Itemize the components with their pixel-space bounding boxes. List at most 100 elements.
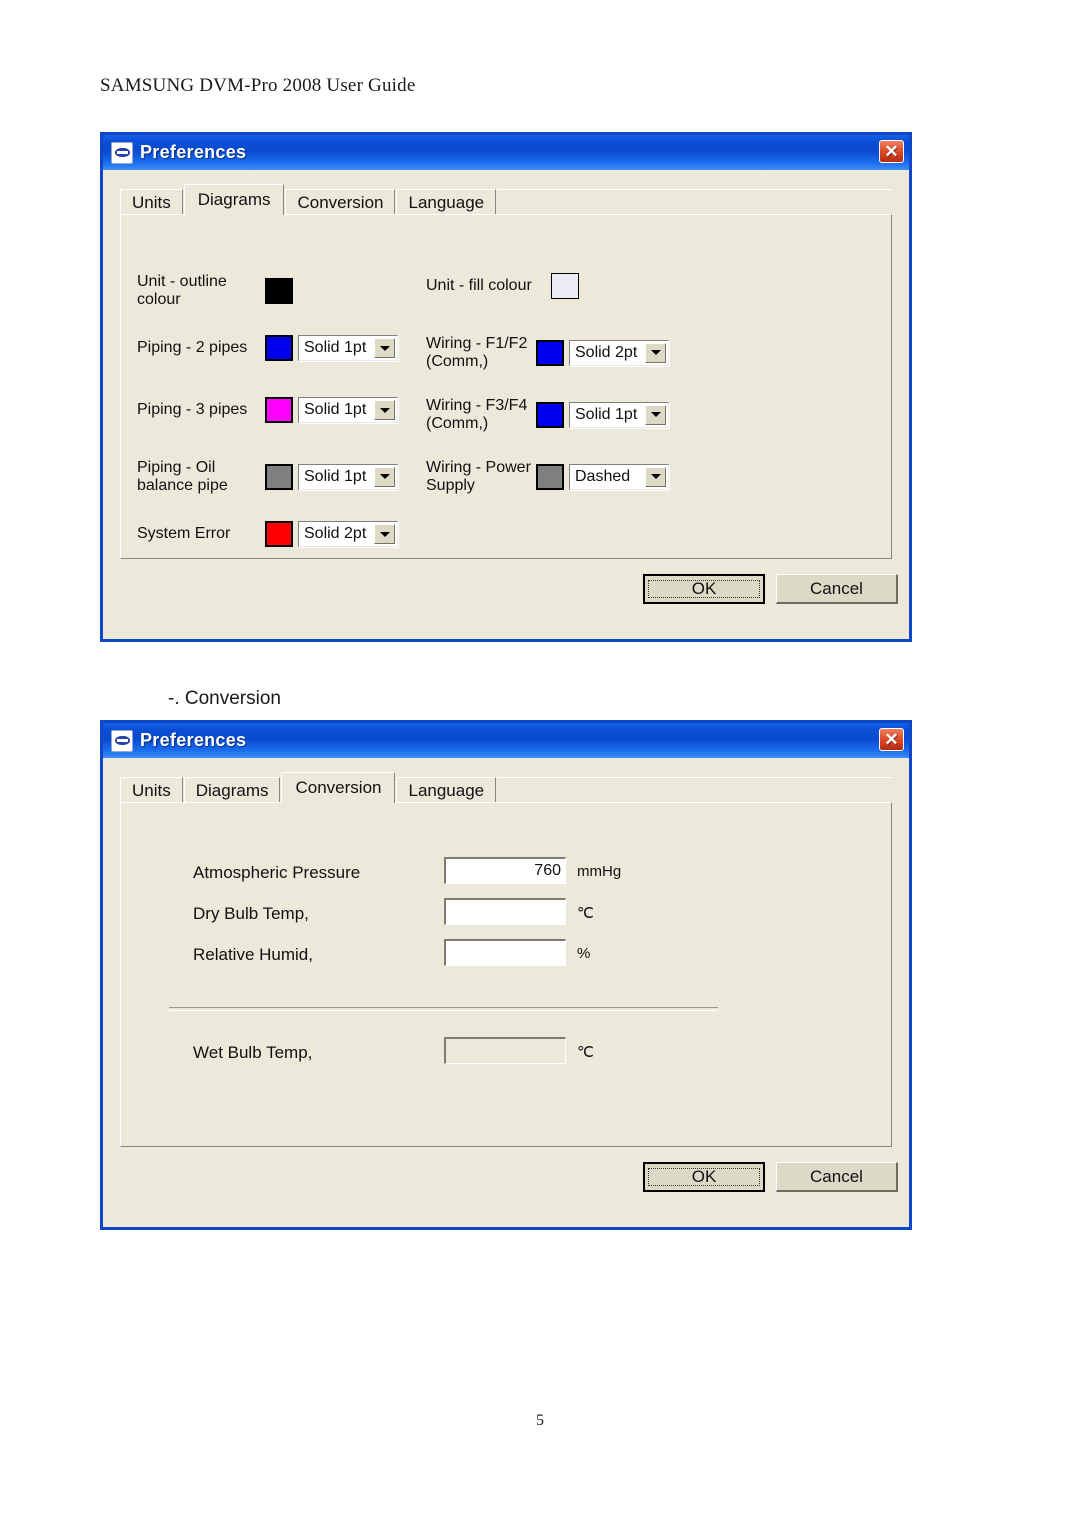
close-glyph: ✕ — [884, 730, 899, 749]
system-error-label: System Error — [137, 525, 231, 543]
tab-units[interactable]: Units — [120, 189, 183, 215]
select-value: Dashed — [575, 467, 631, 485]
row-unit-fill: Unit - fill colour — [426, 273, 579, 299]
piping-3pipes-style-select[interactable]: Solid 1pt — [298, 397, 398, 423]
unit-outline-label: Unit - outline colour — [137, 273, 227, 308]
cancel-button[interactable]: Cancel — [776, 574, 898, 604]
tab-strip: Units Diagrams Conversion Language — [120, 184, 892, 215]
window-title: Preferences — [140, 142, 247, 162]
tab-label: Diagrams — [195, 780, 269, 800]
system-error-colour-swatch[interactable] — [265, 521, 293, 547]
wiring-f3f4-colour-swatch[interactable] — [536, 401, 564, 428]
wiring-f1f2-colour-swatch[interactable] — [536, 339, 564, 366]
dry-bulb-temp-label: Dry Bulb Temp, — [193, 904, 309, 923]
ok-button[interactable]: OK — [643, 574, 765, 604]
piping-2pipes-style-select[interactable]: Solid 1pt — [298, 335, 398, 361]
row-wiring-power: Wiring - Power Supply Dashed — [426, 459, 669, 495]
row-piping-oil: Piping - Oil balance pipe Solid 1pt — [137, 459, 398, 495]
piping-oil-style-select[interactable]: Solid 1pt — [298, 463, 398, 490]
wet-bulb-temp-output — [444, 1037, 566, 1064]
ok-button-label: OK — [648, 1167, 760, 1186]
tab-label: Units — [132, 192, 171, 212]
tab-filler — [497, 777, 892, 803]
unit-outline-colour-swatch[interactable] — [265, 277, 293, 304]
wiring-f1f2-label: Wiring - F1/F2 (Comm,) — [426, 335, 528, 370]
tab-label: Conversion — [297, 192, 384, 212]
ok-button[interactable]: OK — [643, 1162, 765, 1192]
wiring-power-style-select[interactable]: Dashed — [569, 463, 669, 490]
row-wiring-f3f4: Wiring - F3/F4 (Comm,) Solid 1pt — [426, 397, 669, 433]
row-unit-outline: Unit - outline colour — [137, 273, 293, 309]
dry-bulb-temp-input[interactable] — [444, 898, 566, 925]
tab-label: Diagrams — [197, 190, 271, 209]
tab-diagrams[interactable]: Diagrams — [183, 184, 285, 215]
diagrams-panel: Unit - outline colour Unit - fill colour… — [120, 214, 892, 559]
select-value: Solid 1pt — [304, 339, 367, 356]
relative-humid-input[interactable] — [444, 939, 566, 966]
tab-label: Conversion — [295, 778, 382, 797]
tab-language[interactable]: Language — [396, 777, 497, 803]
chevron-down-icon — [374, 400, 395, 420]
section-divider — [169, 1007, 718, 1011]
row-wiring-f1f2: Wiring - F1/F2 (Comm,) Solid 2pt — [426, 335, 669, 371]
wiring-f1f2-style-select[interactable]: Solid 2pt — [569, 339, 669, 366]
cancel-button[interactable]: Cancel — [776, 1162, 898, 1192]
dialog-body: Units Diagrams Conversion Language Unit … — [103, 170, 909, 639]
page-number: 5 — [536, 1412, 544, 1429]
piping-2pipes-colour-swatch[interactable] — [265, 335, 293, 361]
unit-fill-label: Unit - fill colour — [426, 277, 532, 295]
tab-conversion[interactable]: Conversion — [281, 772, 396, 803]
tab-label: Units — [132, 780, 171, 800]
wiring-f3f4-style-select[interactable]: Solid 1pt — [569, 401, 669, 428]
tab-label: Language — [408, 780, 485, 800]
piping-3pipes-label: Piping - 3 pipes — [137, 401, 248, 419]
wiring-f3f4-label: Wiring - F3/F4 (Comm,) — [426, 397, 528, 432]
chevron-down-icon — [374, 524, 395, 544]
wiring-power-label: Wiring - Power Supply — [426, 459, 531, 494]
tab-conversion[interactable]: Conversion — [285, 189, 396, 215]
close-icon[interactable]: ✕ — [879, 728, 904, 751]
chevron-down-icon — [645, 404, 666, 425]
piping-3pipes-colour-swatch[interactable] — [265, 397, 293, 423]
tab-filler — [497, 189, 892, 215]
select-value: Solid 1pt — [575, 405, 638, 423]
wiring-power-colour-swatch[interactable] — [536, 463, 564, 490]
select-value: Solid 1pt — [304, 467, 367, 485]
conversion-panel: Atmospheric Pressure 760 mmHg Dry Bulb T… — [120, 802, 892, 1147]
select-value: Solid 2pt — [575, 343, 638, 361]
piping-2pipes-label: Piping - 2 pipes — [137, 339, 248, 357]
document-header: SAMSUNG DVM-Pro 2008 User Guide — [100, 75, 416, 96]
section-caption: -. Conversion — [168, 688, 281, 709]
dvm-app-icon — [111, 729, 133, 752]
tab-diagrams[interactable]: Diagrams — [183, 777, 281, 803]
atmospheric-pressure-label: Atmospheric Pressure — [193, 863, 361, 882]
row-piping-2pipes: Piping - 2 pipes Solid 1pt — [137, 335, 398, 361]
chevron-down-icon — [645, 466, 666, 487]
chevron-down-icon — [645, 342, 666, 363]
wet-bulb-temp-unit: ℃ — [577, 1044, 594, 1061]
row-system-error: System Error Solid 2pt — [137, 521, 398, 547]
select-value: Solid 1pt — [304, 401, 367, 418]
close-glyph: ✕ — [884, 142, 899, 161]
preferences-dialog-diagrams: Preferences ✕ Units Diagrams Conversion … — [100, 132, 912, 642]
tab-units[interactable]: Units — [120, 777, 183, 803]
atmospheric-pressure-input[interactable]: 760 — [444, 857, 566, 884]
piping-oil-colour-swatch[interactable] — [265, 463, 293, 490]
wet-bulb-temp-label: Wet Bulb Temp, — [193, 1043, 313, 1062]
close-icon[interactable]: ✕ — [879, 140, 904, 163]
ok-button-label: OK — [648, 579, 760, 598]
system-error-style-select[interactable]: Solid 2pt — [298, 521, 398, 547]
tab-language[interactable]: Language — [396, 189, 497, 215]
row-piping-3pipes: Piping - 3 pipes Solid 1pt — [137, 397, 398, 423]
title-bar: Preferences ✕ — [103, 135, 909, 170]
atmospheric-pressure-unit: mmHg — [577, 863, 622, 880]
unit-fill-colour-swatch[interactable] — [551, 273, 579, 299]
title-bar: Preferences ✕ — [103, 723, 909, 758]
window-title: Preferences — [140, 730, 247, 750]
tab-label: Language — [408, 192, 485, 212]
chevron-down-icon — [374, 338, 395, 358]
select-value: Solid 2pt — [304, 525, 367, 542]
preferences-dialog-conversion: Preferences ✕ Units Diagrams Conversion … — [100, 720, 912, 1230]
dialog-body: Units Diagrams Conversion Language Atmos… — [103, 758, 909, 1227]
chevron-down-icon — [374, 466, 395, 487]
